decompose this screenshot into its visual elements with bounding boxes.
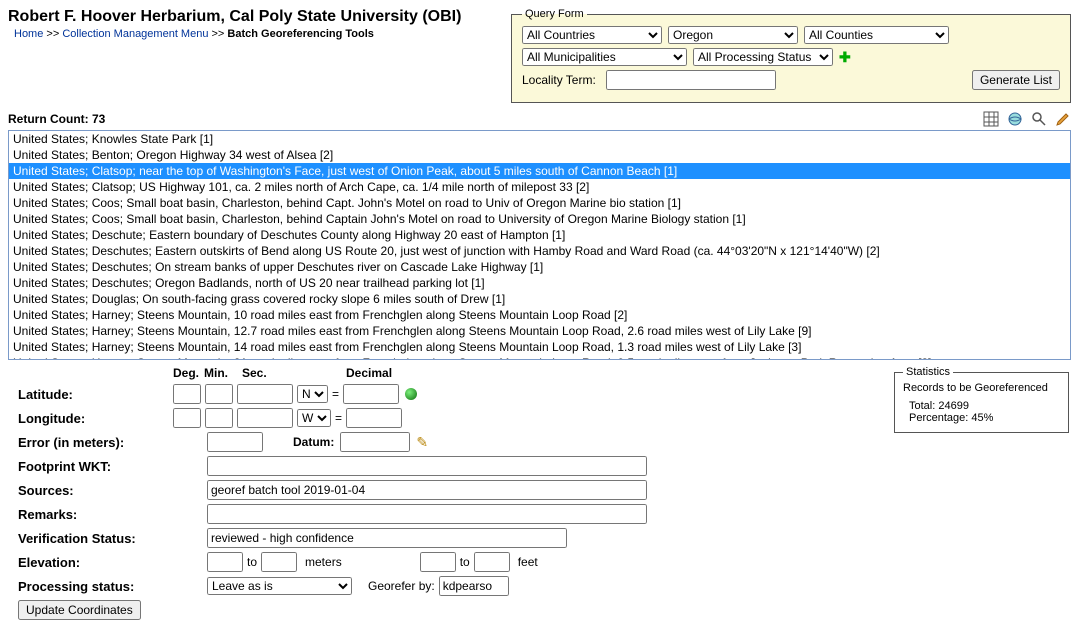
list-item[interactable]: United States; Deschute; Eastern boundar… bbox=[9, 227, 1070, 243]
query-form: Query Form All Countries Oregon All Coun… bbox=[511, 8, 1071, 103]
list-item[interactable]: United States; Clatsop; near the top of … bbox=[9, 163, 1070, 179]
datum-edit-icon[interactable]: ✎ bbox=[416, 434, 428, 451]
processing-status-select[interactable]: All Processing Status bbox=[693, 48, 833, 66]
list-item[interactable]: United States; Deschutes; On stream bank… bbox=[9, 259, 1070, 275]
update-coordinates-button[interactable]: Update Coordinates bbox=[18, 600, 141, 620]
breadcrumb: Home >> Collection Management Menu >> Ba… bbox=[14, 28, 461, 40]
list-item[interactable]: United States; Knowles State Park [1] bbox=[9, 131, 1070, 147]
state-select[interactable]: Oregon bbox=[668, 26, 798, 44]
stats-line1: Records to be Georeferenced bbox=[903, 382, 1060, 394]
elev-ft-max-input[interactable] bbox=[474, 552, 510, 572]
hdr-dec: Decimal bbox=[346, 366, 392, 380]
error-input[interactable] bbox=[207, 432, 263, 452]
list-item[interactable]: United States; Benton; Oregon Highway 34… bbox=[9, 147, 1070, 163]
georef-by-label: Georefer by: bbox=[368, 579, 435, 593]
search-icon[interactable] bbox=[1031, 111, 1047, 127]
footprint-input[interactable] bbox=[207, 456, 647, 476]
page-title: Robert F. Hoover Herbarium, Cal Poly Sta… bbox=[8, 8, 461, 26]
elev-m-max-input[interactable] bbox=[261, 552, 297, 572]
lat-min-input[interactable] bbox=[205, 384, 233, 404]
locality-listbox[interactable]: United States; Knowles State Park [1]Uni… bbox=[8, 130, 1071, 360]
edit-icon[interactable] bbox=[1055, 111, 1071, 127]
datum-label: Datum: bbox=[293, 435, 334, 449]
lon-ew-select[interactable]: W bbox=[297, 409, 331, 427]
statistics-box: Statistics Records to be Georeferenced T… bbox=[894, 366, 1069, 433]
lat-ns-select[interactable]: N bbox=[297, 385, 328, 403]
datum-input[interactable] bbox=[340, 432, 410, 452]
error-label: Error (in meters): bbox=[18, 435, 173, 450]
lat-sec-input[interactable] bbox=[237, 384, 293, 404]
proc-select[interactable]: Leave as is bbox=[207, 577, 352, 595]
lon-dec-input[interactable] bbox=[346, 408, 402, 428]
lon-deg-input[interactable] bbox=[173, 408, 201, 428]
country-select[interactable]: All Countries bbox=[522, 26, 662, 44]
elev-label: Elevation: bbox=[18, 555, 173, 570]
verif-input[interactable] bbox=[207, 528, 567, 548]
county-select[interactable]: All Counties bbox=[804, 26, 949, 44]
lat-label: Latitude: bbox=[18, 387, 173, 402]
list-item[interactable]: United States; Deschutes; Oregon Badland… bbox=[9, 275, 1070, 291]
stats-total: Total: 24699 bbox=[909, 400, 1060, 412]
hdr-sec: Sec. bbox=[242, 366, 302, 380]
stats-pct: Percentage: 45% bbox=[909, 412, 1060, 424]
lon-label: Longitude: bbox=[18, 411, 173, 426]
remarks-input[interactable] bbox=[207, 504, 647, 524]
sources-input[interactable] bbox=[207, 480, 647, 500]
hdr-deg: Deg. bbox=[173, 366, 200, 380]
remarks-label: Remarks: bbox=[18, 507, 173, 522]
globe-indicator-icon[interactable] bbox=[405, 388, 417, 400]
stats-legend: Statistics bbox=[903, 366, 953, 378]
list-item[interactable]: United States; Douglas; On south-facing … bbox=[9, 291, 1070, 307]
list-item[interactable]: United States; Harney; Steens Mountain, … bbox=[9, 323, 1070, 339]
list-item[interactable]: United States; Coos; Small boat basin, C… bbox=[9, 211, 1070, 227]
grid-icon[interactable] bbox=[983, 111, 999, 127]
list-item[interactable]: United States; Harney; Steens Mountain, … bbox=[9, 355, 1070, 360]
hdr-min: Min. bbox=[204, 366, 238, 380]
globe-icon[interactable] bbox=[1007, 111, 1023, 127]
footprint-label: Footprint WKT: bbox=[18, 459, 173, 474]
municipality-select[interactable]: All Municipalities bbox=[522, 48, 687, 66]
list-item[interactable]: United States; Harney; Steens Mountain, … bbox=[9, 339, 1070, 355]
elev-ft-min-input[interactable] bbox=[420, 552, 456, 572]
lat-deg-input[interactable] bbox=[173, 384, 201, 404]
breadcrumb-menu[interactable]: Collection Management Menu bbox=[62, 28, 208, 40]
lon-sec-input[interactable] bbox=[237, 408, 293, 428]
add-filter-icon[interactable]: ✚ bbox=[839, 49, 851, 66]
return-count: Return Count: 73 bbox=[8, 112, 105, 126]
list-item[interactable]: United States; Clatsop; US Highway 101, … bbox=[9, 179, 1070, 195]
locality-input[interactable] bbox=[606, 70, 776, 90]
elev-m-min-input[interactable] bbox=[207, 552, 243, 572]
generate-list-button[interactable]: Generate List bbox=[972, 70, 1060, 90]
proc-label: Processing status: bbox=[18, 579, 173, 594]
lon-min-input[interactable] bbox=[205, 408, 233, 428]
list-item[interactable]: United States; Deschutes; Eastern outski… bbox=[9, 243, 1070, 259]
list-item[interactable]: United States; Coos; Small boat basin, C… bbox=[9, 195, 1070, 211]
breadcrumb-current: Batch Georeferencing Tools bbox=[227, 28, 374, 40]
lat-dec-input[interactable] bbox=[343, 384, 399, 404]
list-item[interactable]: United States; Harney; Steens Mountain, … bbox=[9, 307, 1070, 323]
locality-label: Locality Term: bbox=[522, 73, 596, 87]
verif-label: Verification Status: bbox=[18, 531, 173, 546]
georef-by-input[interactable] bbox=[439, 576, 509, 596]
breadcrumb-home[interactable]: Home bbox=[14, 28, 43, 40]
sources-label: Sources: bbox=[18, 483, 173, 498]
query-legend: Query Form bbox=[522, 8, 587, 20]
